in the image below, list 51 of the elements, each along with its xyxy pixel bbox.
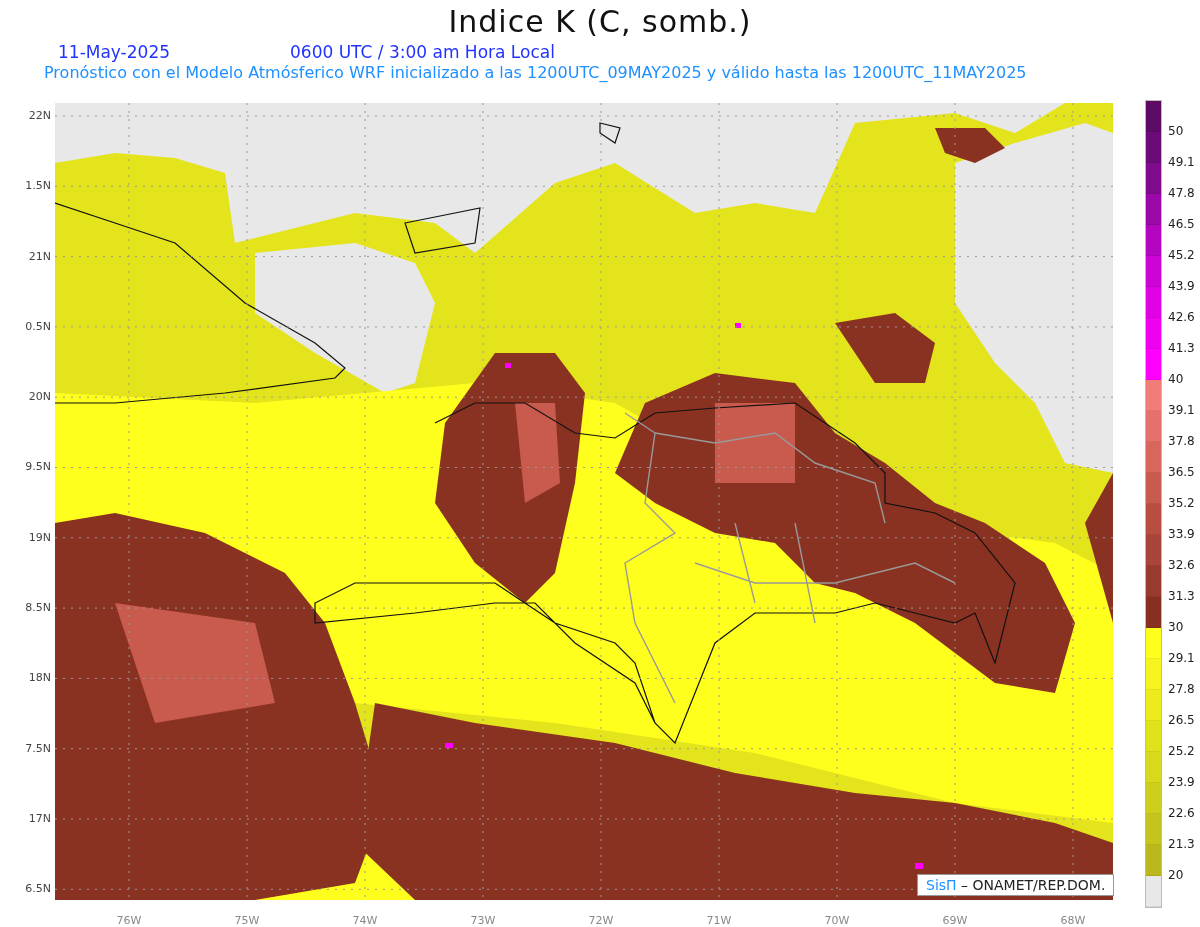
scale-label: 45.2 [1168,246,1195,264]
longitude-label: 71W [705,914,733,927]
scale-label: 49.1 [1168,153,1195,171]
date-label: 11-May-2025 [58,42,171,63]
scale-label: 27.8 [1168,680,1195,698]
time-label: 0600 UTC / 3:00 am Hora Local [290,42,555,63]
scale-label: 23.9 [1168,773,1195,791]
scale-label: 50 [1168,122,1185,140]
scale-label: 40 [1168,370,1185,388]
latitude-label: 18N [27,670,52,687]
latitude-label: 20N [27,389,52,406]
forecast-description: Pronóstico con el Modelo Atmósferico WRF inicializado a las 1200UTC_09MAY2025 y válido hasta las 1200UTC_11MAY2025 [43,63,1028,84]
scale-label: 26.5 [1168,711,1195,729]
longitude-label: 75W [233,914,261,927]
chart-title: Indice K (C, somb.) [447,3,753,41]
scale-label: 32.6 [1168,556,1195,574]
latitude-label: 6.5N [24,881,52,898]
longitude-label: 68W [1059,914,1087,927]
latitude-label: 19N [27,529,52,546]
scale-label: 43.9 [1168,277,1195,295]
scale-label: 20 [1168,866,1185,884]
longitude-label: 69W [941,914,969,927]
scale-label: 29.1 [1168,649,1195,667]
longitude-label: 73W [469,914,497,927]
scale-label: 21.3 [1168,835,1195,853]
scale-label: 41.3 [1168,339,1195,357]
latitude-label: 9.5N [24,459,52,476]
latitude-label: 1.5N [24,178,52,195]
scale-label: 36.5 [1168,463,1195,481]
scale-label: 37.8 [1168,432,1195,450]
scale-label: 42.6 [1168,308,1195,326]
longitude-label: 70W [823,914,851,927]
scale-label: 30 [1168,618,1185,636]
latitude-label: 22N [27,108,52,124]
scale-label: 35.2 [1168,494,1195,512]
longitude-label: 74W [351,914,379,927]
longitude-label: 72W [587,914,615,927]
credit-label: SisΠ – ONAMET/REP.DOM. [917,874,1115,896]
latitude-label: 17N [27,810,52,827]
scale-label: 22.6 [1168,804,1195,822]
latitude-label: 0.5N [24,318,52,335]
latitude-label: 8.5N [24,600,52,617]
scale-label: 46.5 [1168,215,1195,233]
latitude-label: 7.5N [24,740,52,757]
scale-label: 39.1 [1168,401,1195,419]
scale-label: 47.8 [1168,184,1195,202]
longitude-label: 76W [115,914,143,927]
scale-label: 31.3 [1168,587,1195,605]
scale-label: 25.2 [1168,742,1195,760]
scale-label: 33.9 [1168,525,1195,543]
latitude-label: 21N [27,248,52,265]
